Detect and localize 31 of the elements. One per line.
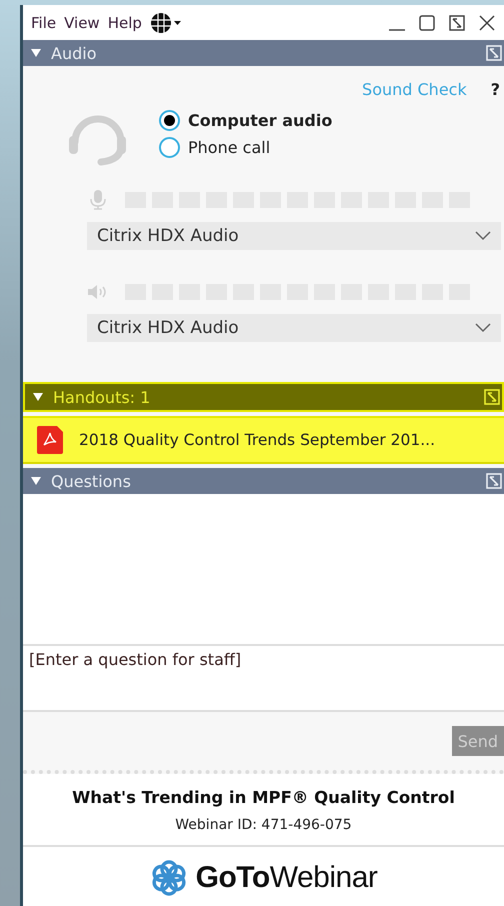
collapse-icon[interactable] (33, 393, 43, 401)
webinar-id: Webinar ID: 471-496-075 (175, 817, 352, 833)
section-header[interactable]: Handouts: 1 (23, 382, 504, 412)
section-title: Handouts: 1 (53, 388, 152, 406)
logo-icon (150, 859, 188, 897)
section-title: Questions (51, 472, 132, 490)
close-icon[interactable] (478, 14, 496, 32)
help-button[interactable]: ? (490, 80, 500, 98)
device-dropdown[interactable]: Citrix HDX Audio (87, 222, 501, 250)
globe-icon[interactable] (150, 12, 182, 34)
menu-item[interactable]: View (64, 14, 100, 32)
pdf-icon (35, 425, 65, 455)
chevron-icon (475, 323, 491, 333)
webinar-title: What's Trending in MPF® Quality Control (72, 788, 455, 807)
section-title: Audio (51, 44, 98, 62)
maximize-icon[interactable] (418, 14, 436, 32)
menu-item[interactable]: File (31, 14, 56, 32)
radio-button[interactable] (159, 137, 180, 158)
radio-option[interactable]: Phone call (159, 137, 332, 158)
section-header[interactable]: Questions (23, 468, 504, 494)
collapse-icon[interactable] (31, 477, 41, 485)
collapse-icon[interactable] (31, 49, 41, 57)
radio-option[interactable]: Computer audio (159, 110, 332, 131)
menu-item[interactable]: Help (108, 14, 142, 32)
device-dropdown[interactable]: Citrix HDX Audio (87, 314, 501, 342)
section-header[interactable]: Audio (23, 40, 504, 66)
product-logo: GoToWebinar (196, 861, 378, 895)
popout-icon[interactable] (448, 14, 466, 32)
radio-button[interactable] (159, 110, 180, 131)
chevron-icon (475, 231, 491, 241)
question-field[interactable]: [Enter a question for staff] (23, 644, 504, 712)
